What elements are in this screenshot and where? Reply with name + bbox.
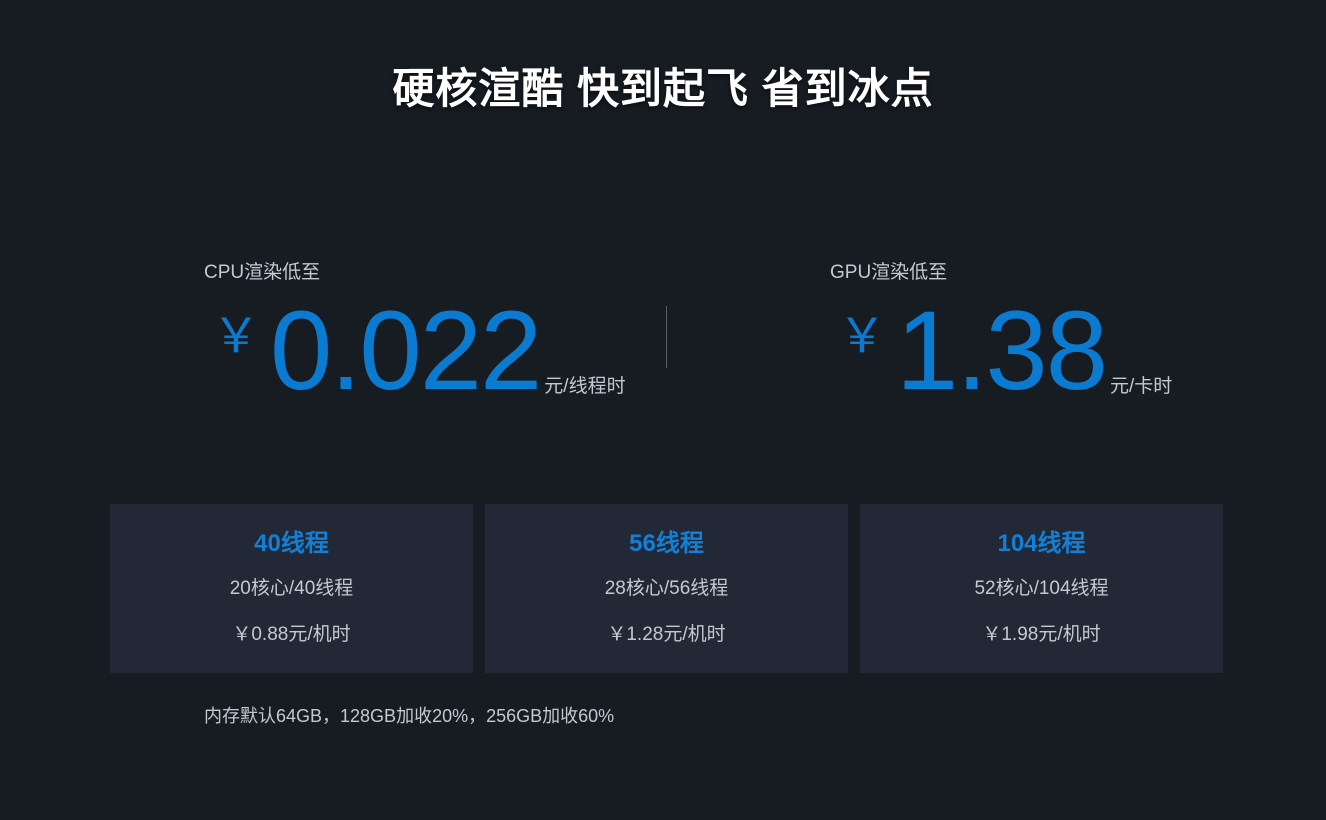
plan-grid: 40线程 20核心/40线程 ￥0.88元/机时 56线程 28核心/56线程 … — [110, 504, 1223, 673]
cpu-price-block: CPU渲染低至 ￥0.022 元/线程时 — [204, 260, 644, 420]
hero-title: 硬核渲酷 快到起飞 省到冰点 — [392, 65, 934, 112]
plan-spec: 52核心/104线程 — [974, 578, 1109, 599]
plan-spec: 20核心/40线程 — [229, 578, 354, 599]
gpu-currency-symbol: ￥ — [838, 310, 887, 363]
gpu-price-block: GPU渲染低至 ￥1.38 元/卡时 — [830, 260, 1230, 420]
price-divider — [666, 306, 667, 368]
cpu-price-label: CPU渲染低至 — [204, 262, 321, 283]
plan-card-104-threads[interactable]: 104线程 52核心/104线程 ￥1.98元/机时 — [860, 504, 1223, 673]
memory-footnote: 内存默认64GB，128GB加收20%，256GB加收60% — [204, 706, 615, 726]
plan-price: ￥1.28元/机时 — [607, 624, 726, 645]
cpu-price-value: 0.022 — [270, 288, 542, 413]
cpu-currency-symbol: ￥ — [212, 310, 261, 363]
cpu-price-row: ￥0.022 元/线程时 — [212, 288, 626, 413]
plan-price: ￥1.98元/机时 — [982, 624, 1101, 645]
gpu-price-row: ￥1.38 元/卡时 — [838, 288, 1173, 413]
pricing-page: 硬核渲酷 快到起飞 省到冰点 CPU渲染低至 ￥0.022 元/线程时 GPU渲染… — [0, 0, 1326, 820]
plan-card-40-threads[interactable]: 40线程 20核心/40线程 ￥0.88元/机时 — [110, 504, 473, 673]
plan-spec: 28核心/56线程 — [604, 578, 729, 599]
gpu-price-value: 1.38 — [896, 288, 1108, 413]
plan-title: 56线程 — [629, 530, 704, 557]
plan-price: ￥0.88元/机时 — [232, 624, 351, 645]
cpu-price-unit: 元/线程时 — [544, 376, 626, 397]
gpu-price-label: GPU渲染低至 — [830, 262, 948, 283]
gpu-price-unit: 元/卡时 — [1110, 376, 1173, 397]
plan-title: 40线程 — [254, 530, 329, 557]
plan-title: 104线程 — [997, 530, 1086, 557]
plan-card-56-threads[interactable]: 56线程 28核心/56线程 ￥1.28元/机时 — [485, 504, 848, 673]
